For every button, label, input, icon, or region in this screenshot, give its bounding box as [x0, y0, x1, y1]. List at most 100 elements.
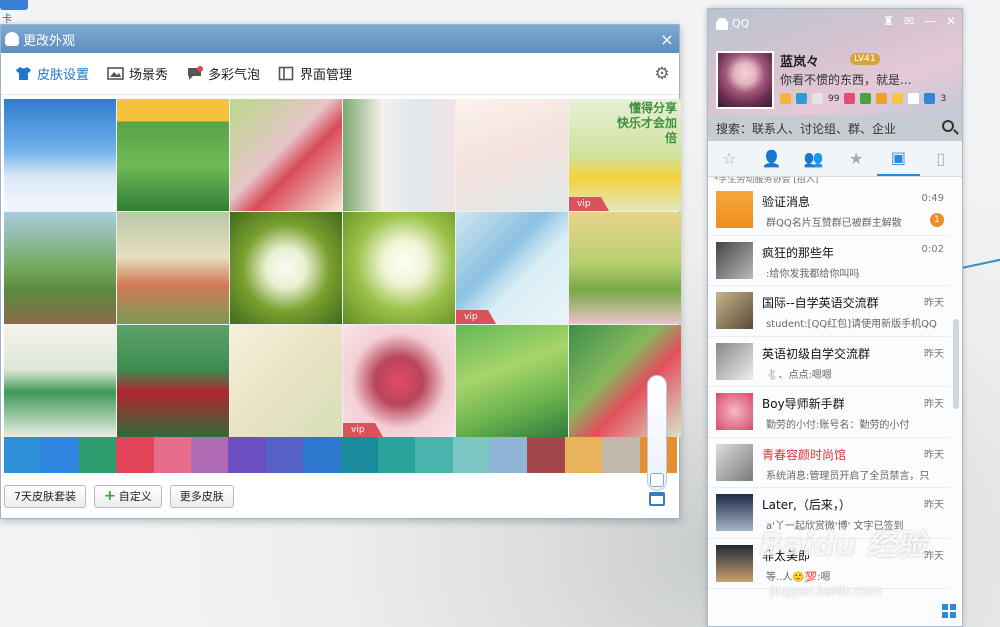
skin-tile-butterfly-pink[interactable]: vip — [343, 325, 455, 437]
window-mode-icon[interactable] — [649, 492, 665, 506]
skin-tile-white-alley[interactable] — [343, 99, 455, 211]
color-swatch[interactable] — [303, 437, 341, 473]
tab-favorites[interactable]: ☆ — [708, 141, 750, 176]
skin-tile-bird-branch[interactable] — [230, 325, 342, 437]
skin-tile-green-leaf[interactable] — [4, 325, 116, 437]
skin-tile-white-flower[interactable] — [230, 212, 342, 324]
nickname[interactable]: 蓝岚々 — [780, 51, 819, 70]
color-swatch[interactable] — [265, 437, 304, 473]
contact-avatar — [716, 494, 753, 532]
mail-count: 99 — [828, 93, 840, 104]
skin-tile-shop-cartoon[interactable] — [117, 99, 229, 211]
tab-skin-settings[interactable]: 皮肤设置 — [15, 64, 89, 83]
folder-icon[interactable] — [892, 93, 904, 104]
skin-icon[interactable]: ♜ — [883, 14, 894, 28]
apps-grid-icon[interactable] — [942, 604, 956, 618]
more-skins-button[interactable]: 更多皮肤 — [169, 485, 234, 508]
contact-name: Boy导师新手群 — [762, 397, 845, 411]
level-badge[interactable]: LV41 — [850, 53, 880, 65]
avatar[interactable] — [716, 51, 774, 109]
shop-icon[interactable] — [876, 93, 888, 104]
skin-tile-yellow-daisy-share[interactable]: 懂得分享 快乐才会加倍 vip — [569, 99, 681, 211]
message-manager-icon[interactable]: ✉ — [904, 14, 914, 28]
desktop-icon[interactable] — [0, 0, 28, 10]
skin-tile-green-sprouts[interactable] — [456, 325, 568, 437]
list-item[interactable]: 疯狂的那些年:给你发我都给你叫吗 0:02 — [708, 236, 950, 286]
scrollbar[interactable] — [953, 319, 959, 409]
slider-knob[interactable] — [650, 473, 664, 487]
tab-scene-show[interactable]: 场景秀 — [107, 64, 168, 83]
contact-avatar — [716, 393, 753, 431]
contact-time: 昨天 — [924, 399, 944, 410]
color-swatch[interactable] — [340, 437, 378, 473]
vip-badge: vip — [456, 310, 496, 324]
close-icon[interactable]: ✕ — [946, 14, 956, 28]
qq-penguin-icon — [716, 17, 728, 30]
contact-time: 昨天 — [924, 550, 944, 562]
contact-time: 昨天 — [924, 449, 944, 461]
contact-name: 国际--自学英语交流群 — [762, 296, 879, 310]
list-item[interactable]: Boy导师新手群勤劳的小付:账号名：勤劳的小付 昨天 — [708, 387, 950, 438]
search-icon[interactable] — [942, 120, 954, 132]
contact-time: 0:02 — [921, 243, 944, 255]
count-badge: 3 — [940, 93, 947, 104]
color-swatch[interactable] — [78, 437, 117, 473]
signature[interactable]: 你看不惯的东西，就是... — [780, 71, 911, 88]
color-swatch[interactable] — [452, 437, 491, 473]
wallet-icon[interactable] — [860, 93, 872, 104]
skin-tile-window-flowers[interactable] — [569, 212, 681, 324]
qq-brand-label: QQ — [732, 17, 750, 30]
app-icon[interactable] — [844, 93, 856, 104]
skin-tile-blue-bow[interactable]: vip — [456, 212, 568, 324]
color-swatch[interactable] — [4, 437, 42, 473]
star-icon[interactable] — [780, 93, 791, 104]
tab-qzone[interactable]: ★ — [835, 141, 877, 176]
color-swatch[interactable] — [527, 437, 565, 473]
mail-icon[interactable] — [812, 93, 823, 104]
tab-layout-manage[interactable]: 界面管理 — [278, 64, 352, 83]
list-item[interactable]: 验证消息 群QQ名片互赞群已被群主解散 0:49 1 — [708, 185, 950, 236]
window-controls: ♜ ✉ — ✕ — [883, 14, 956, 28]
color-swatch[interactable] — [41, 437, 79, 473]
color-swatch[interactable] — [377, 437, 416, 473]
skin-tile-flower-house[interactable] — [230, 99, 342, 211]
skin-titlebar[interactable]: 更改外观 × — [1, 25, 679, 53]
seven-day-skin-button[interactable]: 7天皮肤套装 — [4, 485, 86, 508]
contact-avatar — [716, 241, 753, 279]
list-item[interactable]: 国际--自学英语交流群 student:[QQ红包]请使用新版手机QQ 昨天 — [708, 286, 950, 337]
skin-tile-white-flower-green[interactable] — [343, 212, 455, 324]
box-icon[interactable] — [924, 93, 936, 104]
tab-phone[interactable]: ▯ — [920, 141, 962, 176]
vip-badge: vip — [343, 423, 383, 437]
custom-button[interactable]: + 自定义 — [94, 485, 162, 508]
skin-tile-cup-flowers[interactable] — [117, 325, 229, 437]
gear-icon[interactable]: ⚙ — [653, 65, 671, 83]
color-swatch[interactable] — [602, 437, 640, 473]
color-swatch[interactable] — [490, 437, 528, 473]
color-swatch[interactable] — [228, 437, 266, 473]
qzone-icon[interactable] — [796, 93, 807, 104]
search-input[interactable]: 搜索：联系人、讨论组、群、企业 — [708, 115, 962, 141]
color-swatch[interactable] — [415, 437, 453, 473]
vip-badge: vip — [569, 197, 609, 211]
tshirt-icon[interactable] — [908, 93, 920, 104]
skin-tile-pink-blossom[interactable] — [456, 99, 568, 211]
color-swatch[interactable] — [564, 437, 603, 473]
list-item[interactable]: 青春容颜时尚馆 系统消息:管理员开启了全员禁言，只 昨天 — [708, 438, 950, 488]
transparency-slider[interactable] — [647, 375, 667, 491]
list-item[interactable]: 英语初级自学交流群 🐇、点点:嗯嗯 昨天 — [708, 337, 950, 387]
minimize-icon[interactable]: — — [924, 14, 936, 28]
skin-tile-sky-clouds[interactable] — [4, 99, 116, 211]
tab-groups[interactable]: 👥 — [793, 141, 835, 176]
contact-last-message: 勤劳的小付:账号名：勤劳的小付 — [766, 420, 910, 431]
color-swatch[interactable] — [116, 437, 154, 473]
color-swatch[interactable] — [190, 437, 229, 473]
skin-tile-cartoon-park[interactable] — [4, 212, 116, 324]
close-button[interactable]: × — [655, 30, 679, 49]
skin-tile-field-bicycle[interactable] — [117, 212, 229, 324]
tab-color-bubble[interactable]: 多彩气泡 — [186, 64, 260, 83]
tab-recent[interactable]: ▣ — [877, 141, 920, 176]
contact-time: 昨天 — [924, 348, 944, 360]
tab-contacts[interactable]: 👤 — [750, 141, 792, 176]
color-swatch[interactable] — [153, 437, 191, 473]
